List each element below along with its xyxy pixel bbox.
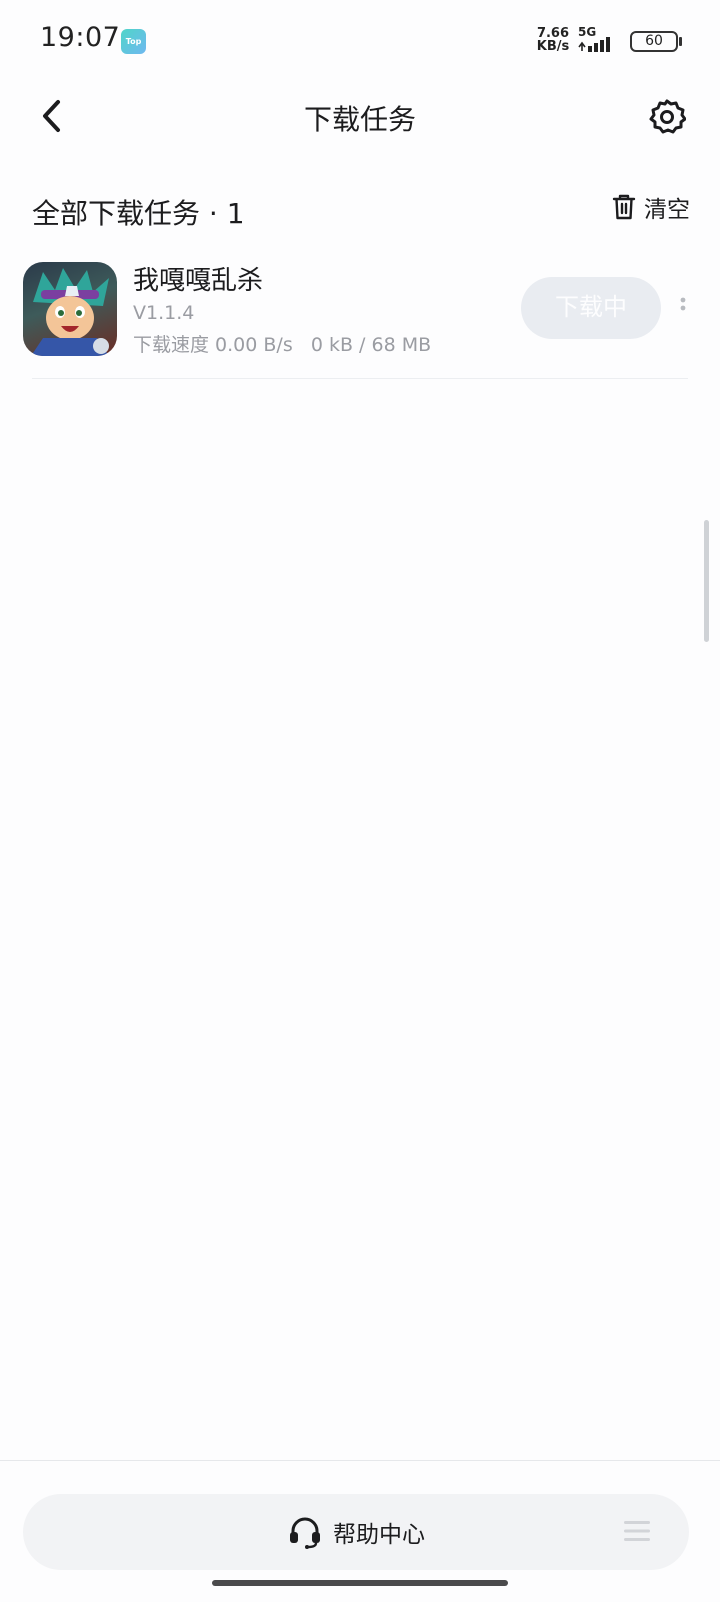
clear-label: 清空 [644, 197, 690, 223]
page-title: 下载任务 [303, 103, 416, 136]
row-divider [32, 378, 688, 379]
download-progress: 下载速度 0.00 B/s 0 kB / 68 MB [133, 334, 432, 356]
help-center-label: 帮助中心 [333, 1522, 425, 1548]
app-badge-icon: Top [121, 29, 146, 54]
task-row[interactable]: 我嘎嘎乱杀 V1.1.4 下载速度 0.00 B/s 0 kB / 68 MB … [0, 254, 720, 379]
help-center-button[interactable]: 帮助中心 [23, 1494, 689, 1570]
network-speed-unit: KB/s [536, 39, 570, 54]
status-bar: 19:07 Top 7.66 KB/s 5G 60 [0, 0, 720, 84]
help-bar: 帮助中心 [23, 1494, 689, 1570]
more-icon[interactable] [678, 294, 688, 318]
bottom-divider [0, 1460, 720, 1461]
app-name: 我嘎嘎乱杀 [133, 266, 264, 296]
network-speed: 7.66 KB/s [534, 27, 572, 53]
status-time: 19:07 [40, 22, 121, 53]
signal-icon [578, 37, 610, 52]
menu-icon[interactable] [624, 1520, 650, 1542]
scrollbar[interactable] [704, 520, 709, 642]
battery-icon: 60 [630, 31, 678, 52]
headset-icon [290, 1517, 320, 1549]
gear-icon[interactable] [648, 98, 686, 136]
game-character-icon [31, 268, 109, 356]
app-version: V1.1.4 [133, 302, 195, 324]
downloading-button[interactable]: 下载中 [521, 277, 661, 339]
app-icon [23, 262, 117, 356]
section-title: 全部下载任务 · 1 [32, 197, 245, 230]
header: 下载任务 [0, 84, 720, 190]
trash-icon [612, 194, 636, 220]
home-indicator[interactable] [212, 1580, 508, 1586]
clear-button[interactable]: 清空 [612, 189, 690, 225]
battery-tip [679, 37, 682, 46]
